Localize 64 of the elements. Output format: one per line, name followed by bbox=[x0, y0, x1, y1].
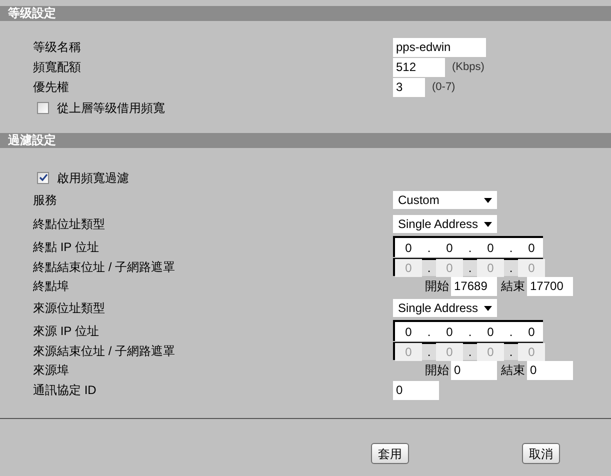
field-label: 通訊協定 ID bbox=[32, 382, 98, 399]
caret-icon bbox=[484, 198, 492, 202]
dot-separator: . bbox=[426, 344, 432, 360]
octet-field[interactable]: 0 bbox=[436, 322, 463, 340]
octet-field[interactable]: 0 bbox=[477, 322, 504, 340]
field-label: 頻寬配額 bbox=[32, 59, 82, 76]
dot-separator: . bbox=[508, 344, 514, 360]
field-label: 優先權 bbox=[32, 79, 70, 96]
section-header: 過濾設定 bbox=[0, 133, 611, 148]
dropdown[interactable]: Single Address bbox=[393, 299, 497, 317]
field-label: 終點結束位址 / 子網路遮罩 bbox=[32, 258, 176, 276]
dot-separator: . bbox=[426, 324, 432, 340]
dot-separator: . bbox=[467, 324, 473, 340]
unit-label: (Kbps) bbox=[452, 60, 484, 75]
unit-label: (0-7) bbox=[432, 80, 456, 95]
field-label: 來源結束位址 / 子網路遮罩 bbox=[32, 342, 176, 360]
field-label: 終點 IP 位址 bbox=[32, 238, 100, 256]
caret-icon bbox=[484, 306, 492, 310]
octet-field[interactable]: 0 bbox=[477, 238, 504, 256]
field-label: 來源位址類型 bbox=[32, 300, 106, 317]
dropdown[interactable]: Single Address bbox=[393, 215, 497, 233]
octet-field[interactable]: 0 bbox=[518, 238, 545, 256]
end-label: 結束 bbox=[501, 278, 525, 295]
ip-address-field[interactable]: 0 . 0 . 0 . 0 bbox=[393, 236, 543, 257]
field-label: 終點位址類型 bbox=[32, 216, 106, 233]
dot-separator: . bbox=[508, 260, 514, 276]
start-label: 開始 bbox=[425, 278, 449, 295]
text-field[interactable]: 3 bbox=[393, 78, 425, 96]
octet-field[interactable]: 0 bbox=[395, 322, 422, 340]
octet-field[interactable]: 0 bbox=[518, 322, 545, 340]
checkbox-label: 啟用頻寬過濾 bbox=[57, 170, 129, 186]
field-label: 來源埠 bbox=[32, 362, 70, 379]
end-port-field[interactable]: 0 bbox=[527, 360, 573, 380]
dot-separator: . bbox=[426, 240, 432, 256]
start-port-field[interactable]: 17689 bbox=[451, 276, 497, 296]
dot-separator: . bbox=[467, 260, 473, 276]
text-field[interactable]: 512 bbox=[393, 58, 445, 76]
dot-separator: . bbox=[508, 240, 514, 256]
apply-button[interactable]: 套用 bbox=[371, 443, 409, 464]
end-label: 結束 bbox=[501, 362, 525, 379]
text-field[interactable]: pps-edwin bbox=[393, 38, 486, 56]
octet-field[interactable]: 0 bbox=[395, 238, 422, 256]
cancel-button[interactable]: 取消 bbox=[522, 443, 560, 464]
caret-icon bbox=[484, 222, 492, 226]
dot-separator: . bbox=[467, 344, 473, 360]
ip-address-field[interactable]: 0 . 0 . 0 . 0 bbox=[393, 320, 543, 341]
section-header: 等级設定 bbox=[0, 6, 611, 21]
text-field[interactable]: 0 bbox=[393, 380, 439, 400]
field-label: 來源 IP 位址 bbox=[32, 322, 100, 340]
octet-field[interactable]: 0 bbox=[436, 238, 463, 256]
field-label: 等级名稱 bbox=[32, 39, 82, 56]
field-label: 終點埠 bbox=[32, 278, 70, 295]
checkbox-label: 從上層等级借用頻寬 bbox=[57, 100, 165, 116]
dot-separator: . bbox=[508, 324, 514, 340]
dot-separator: . bbox=[426, 260, 432, 276]
end-port-field[interactable]: 17700 bbox=[527, 276, 573, 296]
dropdown[interactable]: Custom bbox=[393, 191, 497, 209]
start-label: 開始 bbox=[425, 362, 449, 379]
field-label: 服務 bbox=[32, 192, 58, 209]
checkmark-icon bbox=[38, 173, 48, 182]
start-port-field[interactable]: 0 bbox=[451, 360, 497, 380]
checkbox[interactable] bbox=[37, 172, 49, 184]
dot-separator: . bbox=[467, 240, 473, 256]
checkbox[interactable] bbox=[37, 102, 49, 114]
